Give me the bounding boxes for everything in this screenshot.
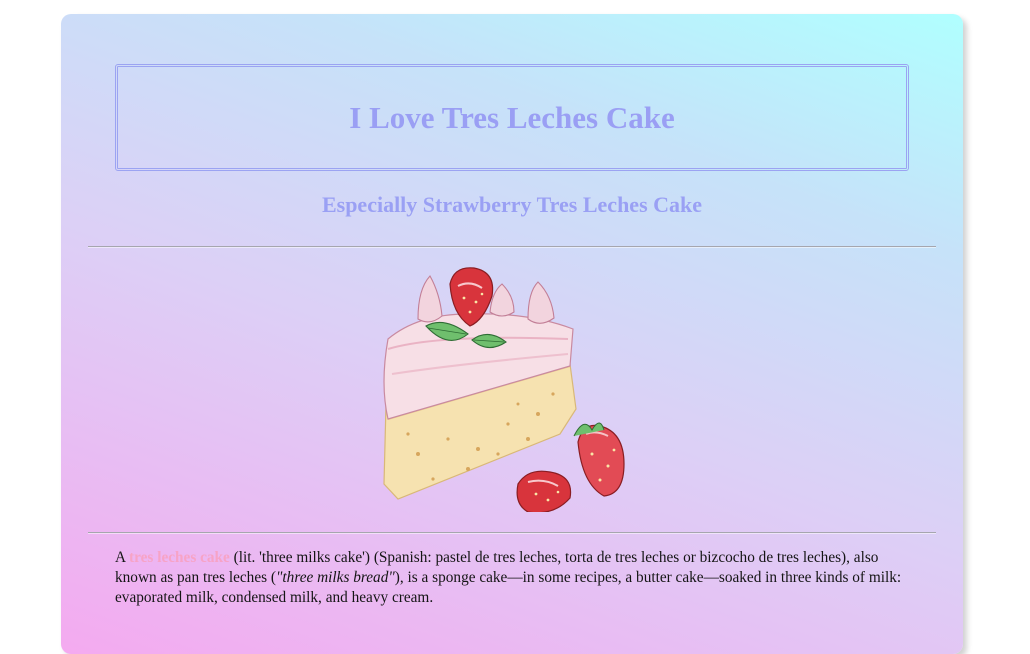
strawberry-tres-leches-cake-illustration: [383, 267, 625, 512]
page-title: I Love Tres Leches Cake: [349, 99, 675, 135]
content-card: I Love Tres Leches Cake Especially Straw…: [61, 14, 963, 654]
description-prefix: A: [115, 549, 126, 566]
divider-top: [88, 246, 936, 247]
title-box: I Love Tres Leches Cake: [115, 64, 909, 171]
divider-bottom: [88, 532, 936, 533]
tres-leches-link[interactable]: tres leches cake: [129, 549, 230, 566]
description-italic: "three milks bread": [276, 569, 395, 586]
page-subtitle: Especially Strawberry Tres Leches Cake: [321, 192, 703, 217]
description-paragraph: A tres leches cake (lit. 'three milks ca…: [115, 548, 915, 608]
